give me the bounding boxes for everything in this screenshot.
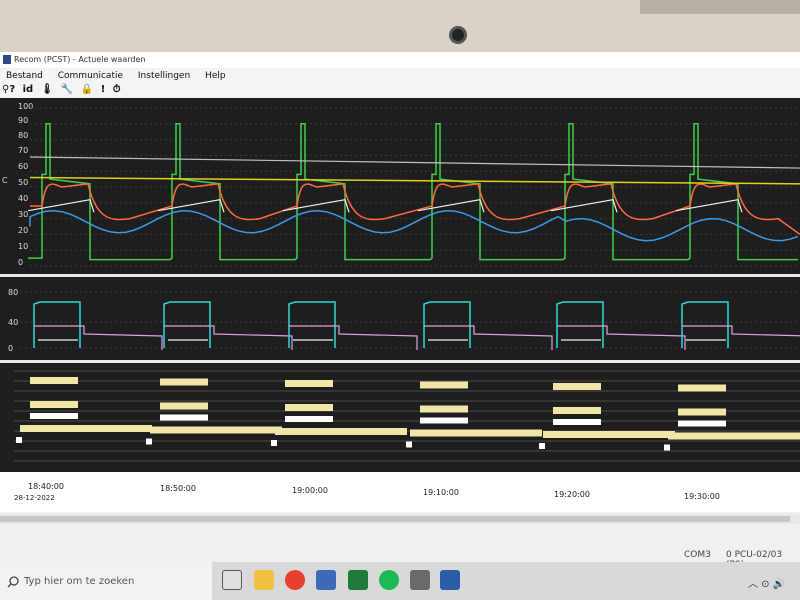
series-line (682, 325, 800, 337)
state-bar (420, 417, 468, 424)
state-bar (678, 420, 726, 427)
calculator-icon[interactable] (316, 570, 336, 590)
state-bar (271, 440, 277, 446)
wrench-icon[interactable]: 🔧 (61, 84, 73, 95)
chart-divider (0, 274, 800, 277)
series-line (29, 209, 799, 242)
state-bar (553, 407, 601, 414)
time-label: 18:50:00 (160, 484, 196, 493)
series-line (289, 325, 418, 350)
state-bar (406, 441, 412, 448)
series-line (163, 301, 211, 348)
state-bar (146, 438, 152, 445)
state-bar (420, 405, 468, 413)
thermometer-icon[interactable]: 🌡 (41, 84, 54, 95)
charts-area: 100 90 80 70 60 50 40 30 20 10 0 C 80 40… (0, 98, 800, 498)
app-icon (3, 55, 11, 64)
time-label: 19:30:00 (684, 492, 720, 501)
state-bar (285, 416, 333, 422)
spotify-icon[interactable] (379, 570, 399, 590)
search-placeholder: Typ hier om te zoeken (24, 576, 135, 587)
menu-help[interactable]: Help (199, 68, 232, 81)
state-bar (543, 431, 675, 438)
state-bar (160, 378, 208, 386)
temperature-plot (27, 107, 800, 267)
state-bar (30, 401, 78, 408)
state-bar (30, 377, 78, 384)
recom-app-icon[interactable] (410, 570, 430, 590)
state-bar (20, 425, 152, 432)
state-bar (678, 408, 726, 416)
series-line (557, 325, 686, 350)
excel-icon[interactable] (348, 570, 368, 590)
state-chart (0, 363, 800, 473)
timer-icon[interactable]: ⏱ (113, 84, 121, 95)
series-line (288, 301, 336, 348)
series-line (33, 301, 81, 348)
state-bar (16, 437, 22, 443)
state-bar (30, 413, 78, 419)
state-bar (275, 428, 407, 435)
flow-plot (20, 291, 800, 350)
series-line (34, 325, 163, 350)
id-query-icon[interactable]: ⚲? (2, 84, 15, 95)
id-icon[interactable]: id (23, 84, 34, 95)
bezel-sticker (640, 0, 800, 14)
state-bar (285, 380, 333, 387)
window-title: Recom (PCST) - Actuele waarden (14, 55, 146, 64)
status-bar: COM3 0 PCU-02/03 (PS) (0, 548, 800, 570)
state-bar (160, 414, 208, 421)
time-label: 19:20:00 (554, 490, 590, 499)
word-icon[interactable] (440, 570, 460, 590)
state-bar (664, 444, 670, 451)
horizontal-scrollbar[interactable] (0, 514, 800, 524)
series-line (29, 176, 800, 185)
lock-icon[interactable]: 🔒 (81, 84, 93, 95)
series-line (29, 156, 800, 169)
series-line (556, 301, 604, 348)
state-bar (678, 384, 726, 392)
state-bar (410, 429, 542, 437)
series-line (681, 301, 729, 348)
series-line (423, 301, 471, 348)
scrollbar-thumb[interactable] (0, 516, 790, 522)
task-view-icon[interactable] (222, 570, 242, 590)
state-bar (150, 426, 282, 434)
state-bar (285, 404, 333, 411)
title-bar: Recom (PCST) - Actuele waarden (0, 52, 800, 68)
file-explorer-icon[interactable] (254, 570, 274, 590)
series-line (424, 325, 553, 350)
state-bar (668, 432, 800, 440)
time-label: 19:10:00 (423, 488, 459, 497)
menu-bestand[interactable]: Bestand (0, 68, 49, 81)
alert-icon[interactable]: ! (101, 84, 106, 95)
series-line (164, 325, 293, 350)
series-line (27, 198, 743, 213)
taskbar: Typ hier om te zoeken ︿ ⊙ 🔊 (0, 562, 800, 600)
state-bar (420, 381, 468, 389)
status-port: COM3 (684, 550, 711, 560)
menu-communicatie[interactable]: Communicatie (52, 68, 129, 81)
webcam (449, 26, 467, 44)
taskbar-search[interactable]: Typ hier om te zoeken (0, 562, 212, 600)
state-bar (553, 419, 601, 425)
time-label: 18:40:00 (28, 482, 64, 491)
state-bar (160, 402, 208, 410)
app-window: Recom (PCST) - Actuele waarden Bestand C… (0, 52, 800, 600)
temperature-chart: 100 90 80 70 60 50 40 30 20 10 0 C (0, 98, 800, 274)
series-line (28, 123, 798, 261)
system-tray-icons[interactable]: ︿ ⊙ 🔊 (748, 575, 785, 590)
flow-chart: 80 40 0 (0, 278, 800, 360)
time-axis: 18:40:00 18:50:00 19:00:00 19:10:00 19:2… (0, 472, 800, 512)
search-icon (7, 576, 19, 588)
toolbar: ⚲? id 🌡 🔧 🔒 ! ⏱ (0, 84, 800, 98)
state-bar (553, 383, 601, 390)
menu-instellingen[interactable]: Instellingen (132, 68, 196, 81)
state-plot (14, 370, 800, 462)
menu-bar: Bestand Communicatie Instellingen Help (0, 68, 800, 84)
date-label: 28-12-2022 (14, 494, 55, 502)
chrome-icon[interactable] (285, 570, 305, 590)
time-label: 19:00:00 (292, 486, 328, 495)
state-bar (539, 443, 545, 449)
